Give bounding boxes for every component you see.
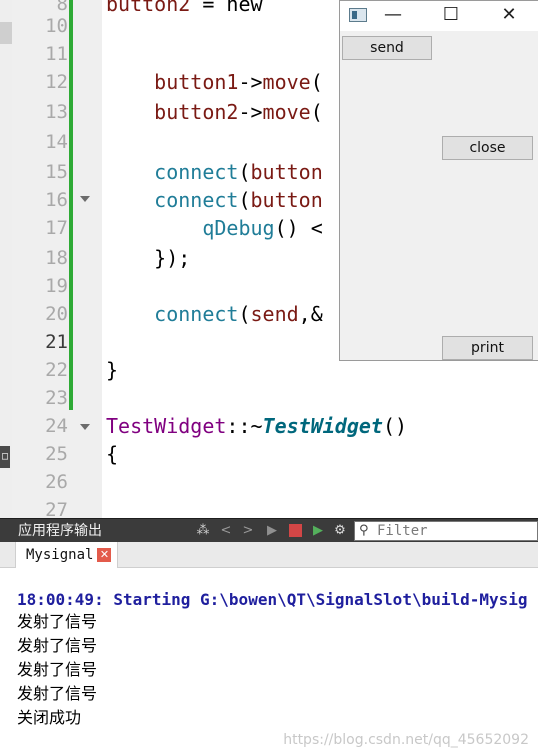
send-button[interactable]: send [342,36,432,60]
code-token: TestWidget [106,414,227,438]
debug-run-icon[interactable]: ▶ [311,523,325,539]
code-token: { [106,442,119,466]
line-number: 13 [45,101,68,123]
code-line: connect(button [106,186,323,214]
line-number: 20 [45,303,68,325]
code-token: move [262,100,311,124]
code-token: send [250,302,299,326]
line-number: 14 [45,131,68,153]
side-block [0,22,12,44]
side-marker-icon: □ [0,446,10,468]
filter-box[interactable]: ⚲ [354,521,538,541]
code-token: () < [274,216,323,240]
line-number: 21 [45,331,68,353]
fold-arrow-icon[interactable] [80,196,90,202]
code-token: ( [238,188,251,212]
left-side-strip: □ [0,0,12,518]
code-line: connect(button [106,158,323,186]
code-token: -> [238,100,263,124]
print-button[interactable]: print [442,336,533,360]
code-token: button2 [106,0,191,16]
code-token: ( [238,160,251,184]
code-token: ( [310,100,323,124]
code-token: } [106,358,119,382]
word-wrap-icon[interactable]: ⁂ [195,523,211,539]
code-token: () [382,414,408,438]
run-icon[interactable]: ▶ [266,523,278,539]
code-line: } [106,356,118,384]
stop-icon[interactable] [289,524,302,537]
output-tab-bar: Mysignal ✕ [0,542,538,568]
code-line: button2->move( [106,98,323,126]
tab-label: Mysignal [26,547,94,563]
code-token: button [250,160,323,184]
code-token: qDebug [106,216,275,240]
line-number: 16 [45,189,68,211]
close-icon[interactable]: ✕ [97,548,112,562]
code-token: ,& [298,302,323,326]
line-number: 19 [45,275,68,297]
line-number: 18 [45,247,68,269]
line-number: 10 [45,15,68,37]
close-button[interactable]: close [442,136,533,160]
code-token: -> [238,70,263,94]
output-pane-title: 应用程序输出 [18,523,102,539]
gear-icon[interactable]: ⚙ [333,523,347,539]
watermark: https://blog.csdn.net/qq_45652092 [283,732,529,748]
search-icon: ⚲ [359,523,369,538]
code-line: button1->move( [106,68,323,96]
output-text-area[interactable]: 18:00:49: Starting G:\bowen\QT\SignalSlo… [0,568,538,756]
output-line: 发射了信号 [17,660,98,679]
line-number: 26 [45,471,68,493]
code-line: TestWidget::~TestWidget() [106,412,407,440]
fold-arrow-icon[interactable] [80,424,90,430]
output-status-line: 18:00:49: Starting G:\bowen\QT\SignalSlo… [17,590,528,609]
change-marker-bar [69,0,73,410]
tab-mysignal[interactable]: Mysignal ✕ [15,542,119,568]
code-token: TestWidget [262,414,383,438]
qt-app-window[interactable]: — ☐ ✕ send close print [339,0,538,361]
output-toolbar: 应用程序输出 ⁂ < > ▶ ▶ ⚙ ⚲ [0,518,538,542]
line-number: 22 [45,359,68,381]
code-line: { [106,440,118,468]
code-token: ( [238,302,251,326]
line-number: 11 [45,43,68,65]
window-titlebar[interactable]: — ☐ ✕ [340,1,538,31]
minimize-button[interactable]: — [364,1,422,31]
code-token: connect [106,188,239,212]
line-number: 12 [45,71,68,93]
output-line: 发射了信号 [17,684,98,703]
window-close-button[interactable]: ✕ [480,1,538,31]
line-number: 15 [45,161,68,183]
line-number: 27 [45,499,68,518]
next-item-icon[interactable]: > [242,523,254,539]
code-line: button2 = new [106,0,263,18]
code-token: connect [106,160,239,184]
code-token: ::~ [226,414,263,438]
code-line: connect(send,& [106,300,323,328]
code-token: new [226,0,263,16]
code-token: button2 [106,100,239,124]
filter-input[interactable] [377,522,535,540]
code-token: ( [310,70,323,94]
code-token: }); [106,246,191,270]
line-number: 25 [45,443,68,465]
line-number: 24 [45,415,68,437]
maximize-button[interactable]: ☐ [422,1,480,31]
output-line: 发射了信号 [17,636,98,655]
previous-item-icon[interactable]: < [220,523,232,539]
code-token: connect [106,302,239,326]
output-line: 发射了信号 [17,612,98,631]
code-line: }); [106,244,190,272]
output-line: 关闭成功 [17,708,82,727]
line-number: 23 [45,387,68,409]
code-token: = [190,0,227,16]
code-token: button [250,188,323,212]
line-number: 17 [45,217,68,239]
code-token: button1 [106,70,239,94]
code-line: qDebug() < [106,214,323,242]
code-token: move [262,70,311,94]
